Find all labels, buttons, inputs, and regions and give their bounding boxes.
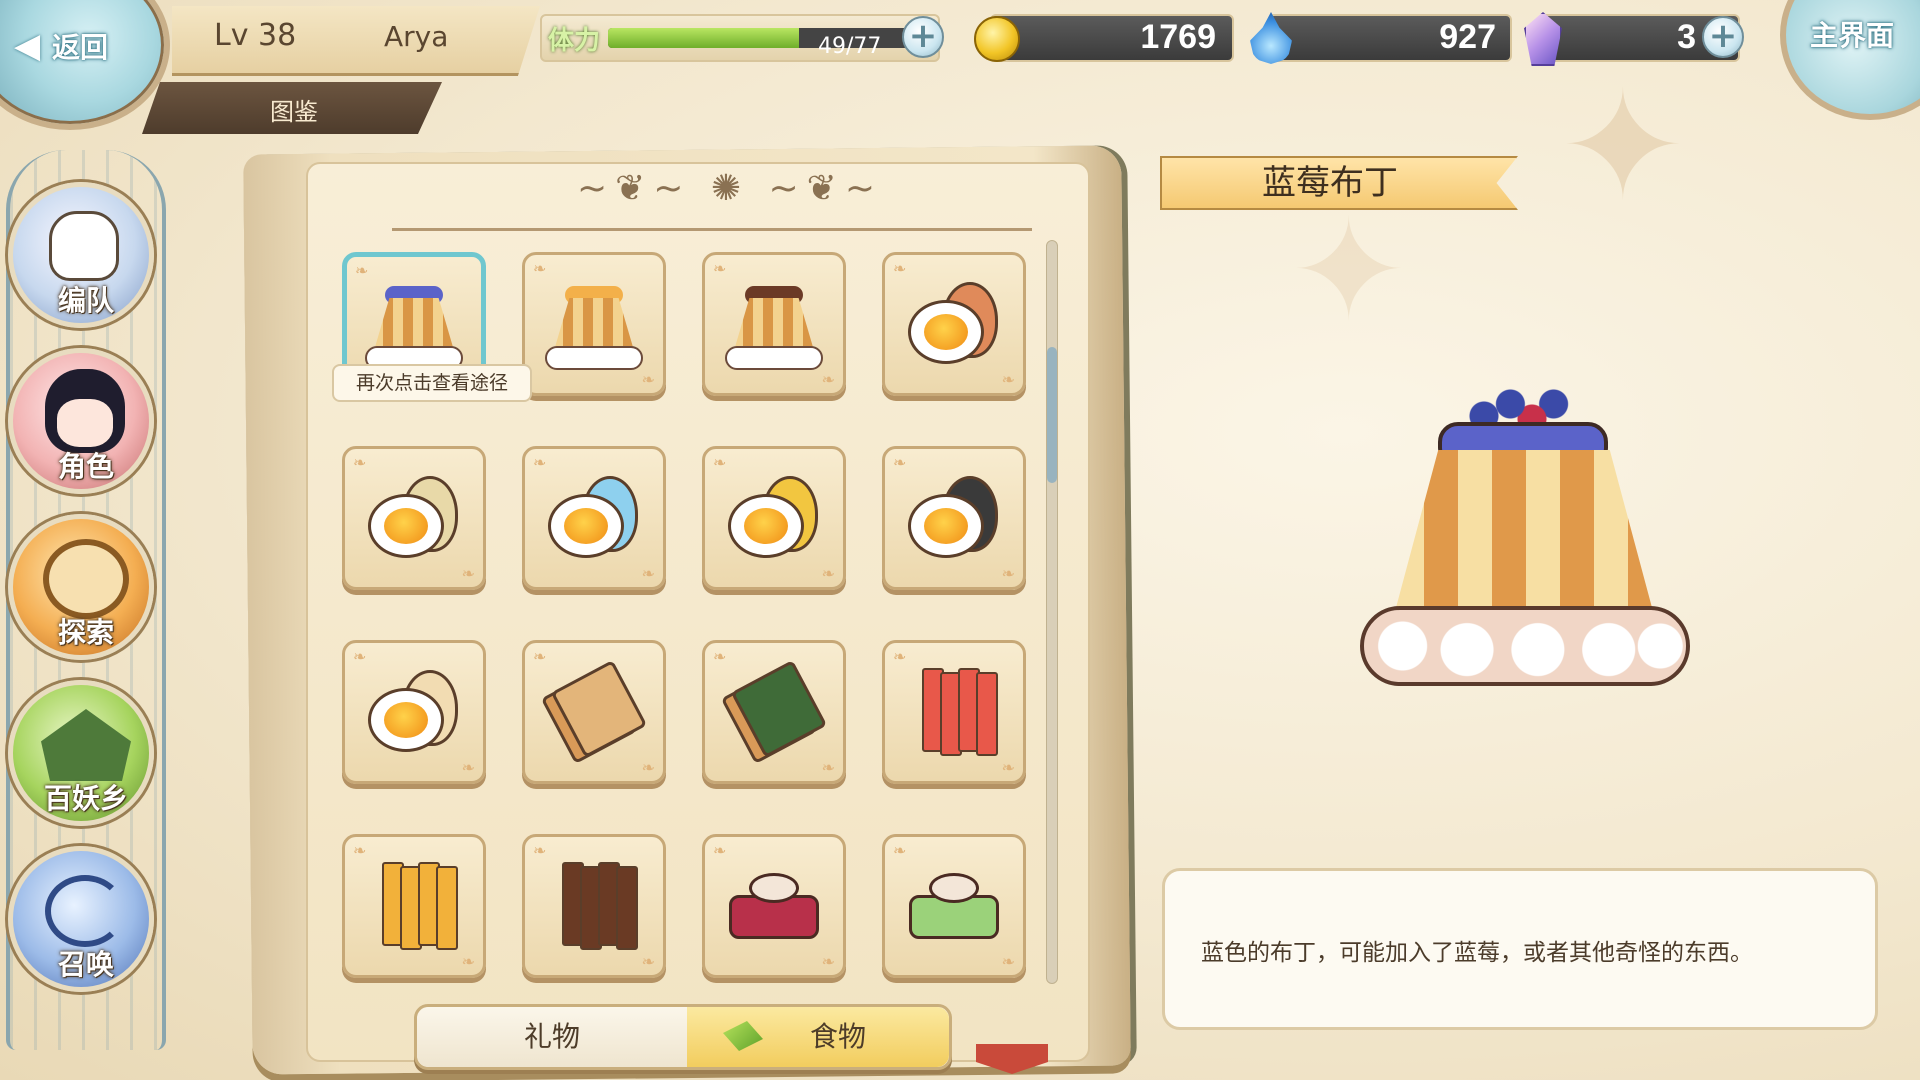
- category-tabs: 礼物 食物: [414, 1004, 952, 1070]
- scrollbar-thumb[interactable]: [1047, 347, 1057, 483]
- sidebar-item-label: 角色: [57, 450, 114, 483]
- item-description: 蓝色的布丁，可能加入了蓝莓，或者其他奇怪的东西。: [1201, 940, 1753, 966]
- item-card-century-egg[interactable]: ❧ ❧: [882, 446, 1026, 590]
- corner-ornament-icon: ❧: [821, 758, 835, 777]
- golden-egg-icon: [724, 470, 824, 566]
- item-card-boiled-egg[interactable]: ❧ ❧: [342, 640, 486, 784]
- item-card-golden-egg[interactable]: ❧ ❧: [702, 446, 846, 590]
- back-label[interactable]: 返回: [52, 26, 108, 66]
- back-arrow-icon: ◀: [14, 26, 41, 66]
- tab-food-label: 食物: [809, 1020, 866, 1053]
- item-card-chocolate-sticks[interactable]: ❧ ❧: [522, 834, 666, 978]
- matcha-macaron-plate-icon: [899, 861, 1009, 951]
- blue-egg-icon: [544, 470, 644, 566]
- item-card-quail-egg[interactable]: ❧ ❧: [342, 446, 486, 590]
- chocolate-pudding-icon: [719, 276, 829, 372]
- sauce-toast-icon: [540, 659, 648, 765]
- sidebar-item-team[interactable]: 编队: [8, 182, 154, 328]
- add-stamina-button[interactable]: +: [902, 16, 944, 58]
- village-icon: [41, 709, 131, 781]
- cream-base-icon: [1360, 606, 1690, 686]
- description-box: 蓝色的布丁，可能加入了蓝莓，或者其他奇怪的东西。: [1162, 868, 1878, 1030]
- sidebar-item-label: 探索: [57, 616, 114, 649]
- player-level: Lv 38: [214, 18, 297, 53]
- coin-value: 1769: [1140, 18, 1216, 56]
- item-preview-image: [1350, 380, 1700, 710]
- corner-ornament-icon: ❧: [1001, 370, 1015, 389]
- summon-icon: [45, 875, 125, 947]
- sidebar-item-village[interactable]: 百妖乡: [8, 680, 154, 826]
- coin-icon: [974, 16, 1020, 62]
- item-grid: ❧❧❧❧❧❧❧❧❧❧❧❧❧❧❧❧❧❧❧❧❧❧❧❧❧❧❧❧❧❧❧❧: [342, 252, 1032, 992]
- berry-cake-icon: [719, 861, 829, 951]
- section-tab-label: 图鉴: [270, 98, 318, 126]
- boiled-egg-icon: [364, 664, 464, 760]
- red-sticks-icon: [904, 662, 1004, 762]
- blueberry-pudding-icon: [359, 276, 469, 372]
- scrollbar[interactable]: [1046, 240, 1058, 984]
- sidebar-item-character[interactable]: 角色: [8, 348, 154, 494]
- item-card-orange-pudding[interactable]: ❧ ❧: [522, 252, 666, 396]
- item-card-matcha-macaron-plate[interactable]: ❧ ❧: [882, 834, 1026, 978]
- corner-ornament-icon: ❧: [1001, 564, 1015, 583]
- corner-ornament-icon: ❧: [641, 370, 655, 389]
- corner-ornament-icon: ❧: [821, 370, 835, 389]
- corner-ornament-icon: ❧: [821, 564, 835, 583]
- corner-ornament-icon: ❧: [893, 841, 907, 860]
- sidebar-item-summon[interactable]: 召唤: [8, 846, 154, 992]
- top-bar: ◀ 返回 Lv 38 Arya 图鉴 体力 49/77 + 1769 927 3…: [0, 0, 1920, 134]
- item-card-red-egg[interactable]: ❧ ❧: [882, 252, 1026, 396]
- item-card-chocolate-pudding[interactable]: ❧ ❧: [702, 252, 846, 396]
- player-name: Arya: [384, 20, 449, 53]
- explore-icon: [43, 539, 129, 619]
- home-label[interactable]: 主界面: [1810, 14, 1894, 54]
- team-icon: [49, 211, 119, 281]
- gem-value: 3: [1677, 18, 1696, 56]
- stamina-label: 体力: [548, 26, 601, 56]
- tab-gift[interactable]: 礼物: [417, 1007, 687, 1067]
- quail-egg-icon: [364, 470, 464, 566]
- stamina-fill: [608, 28, 799, 48]
- corner-ornament-icon: ❧: [1001, 952, 1015, 971]
- corner-ornament-icon: ❧: [461, 758, 475, 777]
- chocolate-sticks-icon: [544, 856, 644, 956]
- leaf-icon: [723, 1021, 763, 1051]
- tab-food[interactable]: 食物: [687, 1007, 949, 1067]
- honey-sticks-icon: [364, 856, 464, 956]
- item-card-blue-egg[interactable]: ❧ ❧: [522, 446, 666, 590]
- book-header-divider: [392, 228, 1032, 231]
- red-egg-icon: [904, 276, 1004, 372]
- character-face-icon: [57, 399, 113, 447]
- item-card-honey-sticks[interactable]: ❧ ❧: [342, 834, 486, 978]
- corner-ornament-icon: ❧: [713, 841, 727, 860]
- corner-ornament-icon: ❧: [641, 564, 655, 583]
- pudding-body-icon: [1390, 450, 1658, 630]
- sidebar: 编队 角色 探索 百妖乡 召唤: [0, 130, 170, 1080]
- century-egg-icon: [904, 470, 1004, 566]
- tooltip: 再次点击查看途径: [332, 364, 532, 402]
- item-title: 蓝莓布丁: [1262, 163, 1398, 203]
- sidebar-item-label: 召唤: [57, 948, 114, 981]
- soul-fire-value: 927: [1439, 18, 1496, 56]
- background-star-icon: ✦: [1290, 190, 1408, 353]
- stamina-value: 49/77: [818, 34, 882, 59]
- sidebar-item-explore[interactable]: 探索: [8, 514, 154, 660]
- orange-pudding-icon: [539, 276, 649, 372]
- item-card-berry-cake[interactable]: ❧ ❧: [702, 834, 846, 978]
- sidebar-item-label: 编队: [57, 284, 114, 317]
- item-card-sauce-toast[interactable]: ❧ ❧: [522, 640, 666, 784]
- sidebar-item-label: 百妖乡: [43, 782, 128, 815]
- item-card-seaweed-toast[interactable]: ❧ ❧: [702, 640, 846, 784]
- corner-ornament-icon: ❧: [821, 952, 835, 971]
- add-gem-button[interactable]: +: [1702, 16, 1744, 58]
- item-card-red-sticks[interactable]: ❧ ❧: [882, 640, 1026, 784]
- corner-ornament-icon: ❧: [461, 564, 475, 583]
- corner-ornament-icon: ❧: [641, 758, 655, 777]
- seaweed-toast-icon: [720, 659, 828, 765]
- book-header-ornament: ~❦~ ✺ ~❦~: [576, 168, 884, 209]
